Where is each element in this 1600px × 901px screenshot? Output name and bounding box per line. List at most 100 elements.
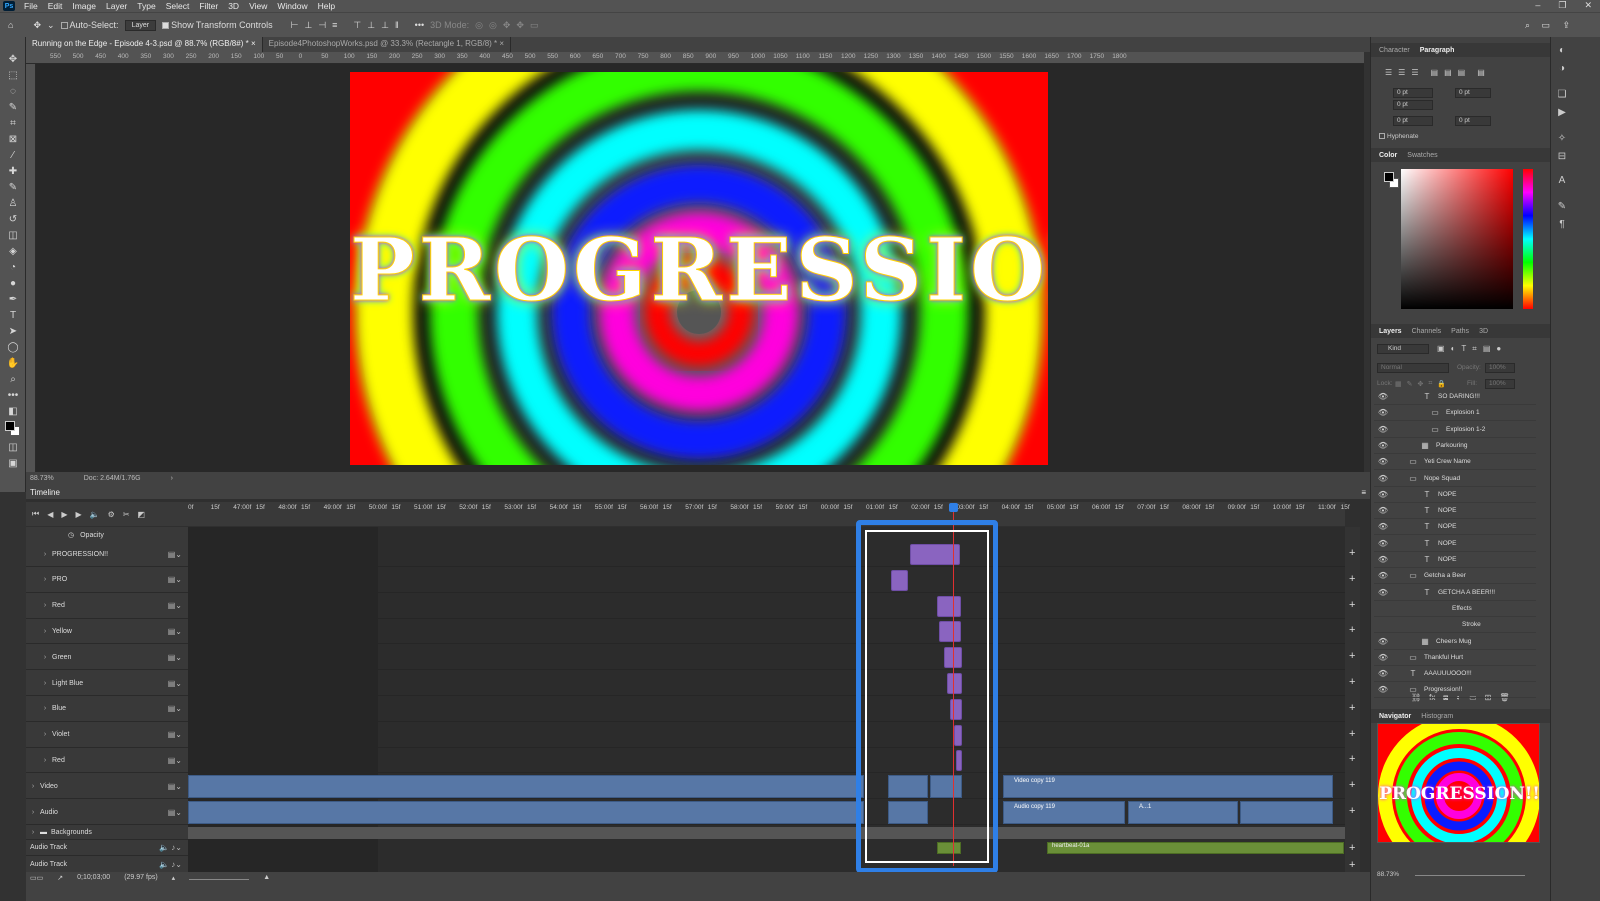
quick-select-icon[interactable]: ✎ [0, 99, 26, 115]
track-options-icon[interactable]: ▤⌄ [168, 704, 182, 713]
visibility-eye-icon[interactable]: 👁 [1374, 392, 1392, 401]
layer-name[interactable]: Cheers Mug [1436, 638, 1471, 645]
layer-name[interactable]: NOPE [1438, 491, 1456, 498]
play-action-icon[interactable]: ▶ [1555, 107, 1569, 121]
track-options-icon[interactable]: ▤⌄ [168, 550, 182, 559]
search-icon[interactable]: ⌕ [1525, 20, 1530, 31]
layer-row[interactable]: 👁 T NOPE [1374, 536, 1536, 552]
distribute-v-icon[interactable]: ‖ [395, 20, 399, 30]
tab-character[interactable]: Character [1379, 47, 1410, 54]
lock-all-icon[interactable]: 🔒 [1437, 380, 1446, 388]
layer-row[interactable]: 👁 T NOPE [1374, 519, 1536, 536]
distribute-icon[interactable]: ≡ [332, 20, 337, 30]
layer-name[interactable]: NOPE [1438, 540, 1456, 547]
layer-filter-kind[interactable]: Kind [1377, 344, 1429, 354]
hue-slider[interactable] [1523, 169, 1533, 309]
visibility-eye-icon[interactable]: 👁 [1374, 441, 1392, 450]
path-select-icon[interactable]: ➤ [0, 323, 26, 339]
navigator-zoom[interactable]: 88.73% [1377, 871, 1399, 878]
track-options-icon[interactable]: ▤⌄ [168, 653, 182, 662]
move-tool-icon[interactable]: ✥ [33, 20, 41, 31]
add-media-icon[interactable]: + [1349, 573, 1355, 585]
track-row-8[interactable]: › Red ▤⌄ [26, 748, 188, 774]
character-icon[interactable]: A [1555, 175, 1569, 189]
audio-clip-end[interactable] [1240, 801, 1333, 824]
layer-row[interactable]: 👁 ▦ Parkouring [1374, 438, 1536, 454]
justify-all-icon[interactable]: ▤ [1477, 68, 1485, 77]
lock-position-icon[interactable]: ✥ [1418, 380, 1424, 388]
timeline-title[interactable]: Timeline [30, 488, 60, 497]
layer-name[interactable]: Progression!! [1424, 686, 1462, 693]
align-center-icon[interactable]: ⊥ [304, 20, 312, 31]
layer-name[interactable]: Thankful Hurt [1424, 654, 1463, 661]
audio-track-row-0[interactable]: Audio Track 🔈 ♪⌄ [26, 840, 188, 856]
auto-select-dropdown[interactable]: Layer [124, 19, 157, 31]
split-at-playhead-icon[interactable]: ✂ [123, 510, 130, 519]
layer-row[interactable]: 👁 T NOPE [1374, 503, 1536, 520]
track-options-icon[interactable]: ▤⌄ [168, 756, 182, 765]
fill-field[interactable]: 100% [1485, 379, 1515, 389]
paint-bucket-icon[interactable]: ◈ [0, 243, 26, 259]
visibility-eye-icon[interactable]: 👁 [1374, 555, 1392, 564]
expand-icon[interactable]: › [38, 551, 52, 558]
audio-clip-small[interactable]: A...1 [1128, 801, 1238, 824]
visibility-eye-icon[interactable]: 👁 [1374, 457, 1392, 466]
dodge-tool-icon[interactable]: ● [0, 275, 26, 291]
tab-color[interactable]: Color [1379, 152, 1397, 159]
expand-icon[interactable]: › [38, 705, 52, 712]
move-tool-icon[interactable]: ✥ [0, 51, 26, 67]
align-right-icon[interactable]: ⊣ [318, 20, 326, 31]
visibility-eye-icon[interactable]: 👁 [1374, 637, 1392, 646]
transition-icon[interactable]: ◩ [138, 510, 146, 519]
expand-icon[interactable]: › [38, 731, 52, 738]
menu-window[interactable]: Window [272, 1, 312, 11]
home-icon[interactable]: ⌂ [8, 20, 13, 30]
visibility-eye-icon[interactable]: 👁 [1374, 571, 1392, 580]
color-panel-icon[interactable]: ◐ [1555, 45, 1569, 59]
layer-name[interactable]: NOPE [1438, 523, 1456, 530]
expand-icon[interactable]: › [38, 602, 52, 609]
playhead-handle[interactable] [949, 503, 958, 512]
eraser-tool-icon[interactable]: ◫ [0, 227, 26, 243]
layer-name[interactable]: SO DARING!!! [1438, 393, 1480, 400]
indent-right-field[interactable]: 0 pt [1455, 88, 1491, 98]
track-lane[interactable] [188, 594, 1345, 619]
default-colors-icon[interactable]: ◧ [0, 403, 26, 419]
next-frame-icon[interactable]: ▶ [76, 510, 82, 519]
convert-frame-icon[interactable]: ▭▭ [30, 874, 43, 882]
add-media-icon[interactable]: + [1349, 624, 1355, 636]
crop-tool-icon[interactable]: ⌗ [0, 115, 26, 131]
menu-select[interactable]: Select [161, 1, 195, 11]
more-options-icon[interactable]: ••• [415, 20, 424, 30]
menu-view[interactable]: View [244, 1, 272, 11]
workspace-icon[interactable]: ▭ [1541, 20, 1550, 31]
paragraph-icon[interactable]: ¶ [1555, 219, 1569, 233]
orbit-3d-icon[interactable]: ◎ [475, 20, 483, 31]
color-foreground-swatch[interactable] [1384, 172, 1394, 182]
healing-brush-icon[interactable]: ✚ [0, 163, 26, 179]
track-row-1[interactable]: › PRO ▤⌄ [26, 568, 188, 593]
lasso-tool-icon[interactable]: ◌ [0, 83, 26, 99]
more-tools-icon[interactable]: ••• [0, 387, 26, 403]
blend-mode-dropdown[interactable]: Normal [1377, 363, 1449, 373]
foreground-color[interactable] [5, 421, 15, 431]
expand-icon[interactable]: › [38, 680, 52, 687]
filter-smart-object-icon[interactable]: ▤ [1483, 344, 1491, 354]
layer-name[interactable]: Explosion 1 [1446, 409, 1480, 416]
track-lane[interactable] [188, 697, 1345, 722]
track-row-video[interactable]: › Video ▤⌄ [26, 774, 188, 800]
audio-track-row-1[interactable]: Audio Track 🔈 ♪⌄ [26, 857, 188, 873]
track-row-7[interactable]: › Violet ▤⌄ [26, 723, 188, 748]
screen-mode-icon[interactable]: ▣ [0, 455, 26, 471]
render-video-icon[interactable]: ↗ [57, 874, 63, 882]
track-lane[interactable] [188, 568, 1345, 593]
tab-running-on-the-edge[interactable]: Running on the Edge - Episode 4-3.psd @ … [26, 37, 263, 52]
indent-first-line-field[interactable]: 0 pt [1393, 100, 1433, 110]
space-before-field[interactable]: 0 pt [1393, 116, 1433, 126]
zoom-slider[interactable] [189, 879, 250, 880]
timeline-ruler[interactable]: 0f 15f 47:00f 15f 48:00f 15f 49:00f 15f 50:00f 15… [188, 502, 1350, 526]
layer-name[interactable]: AAAUUUOOO!!! [1424, 670, 1472, 677]
layer-row[interactable]: Effects [1374, 601, 1536, 617]
layer-row[interactable]: 👁 ▭ Explosion 1 [1374, 405, 1536, 422]
expand-icon[interactable]: › [38, 628, 52, 635]
